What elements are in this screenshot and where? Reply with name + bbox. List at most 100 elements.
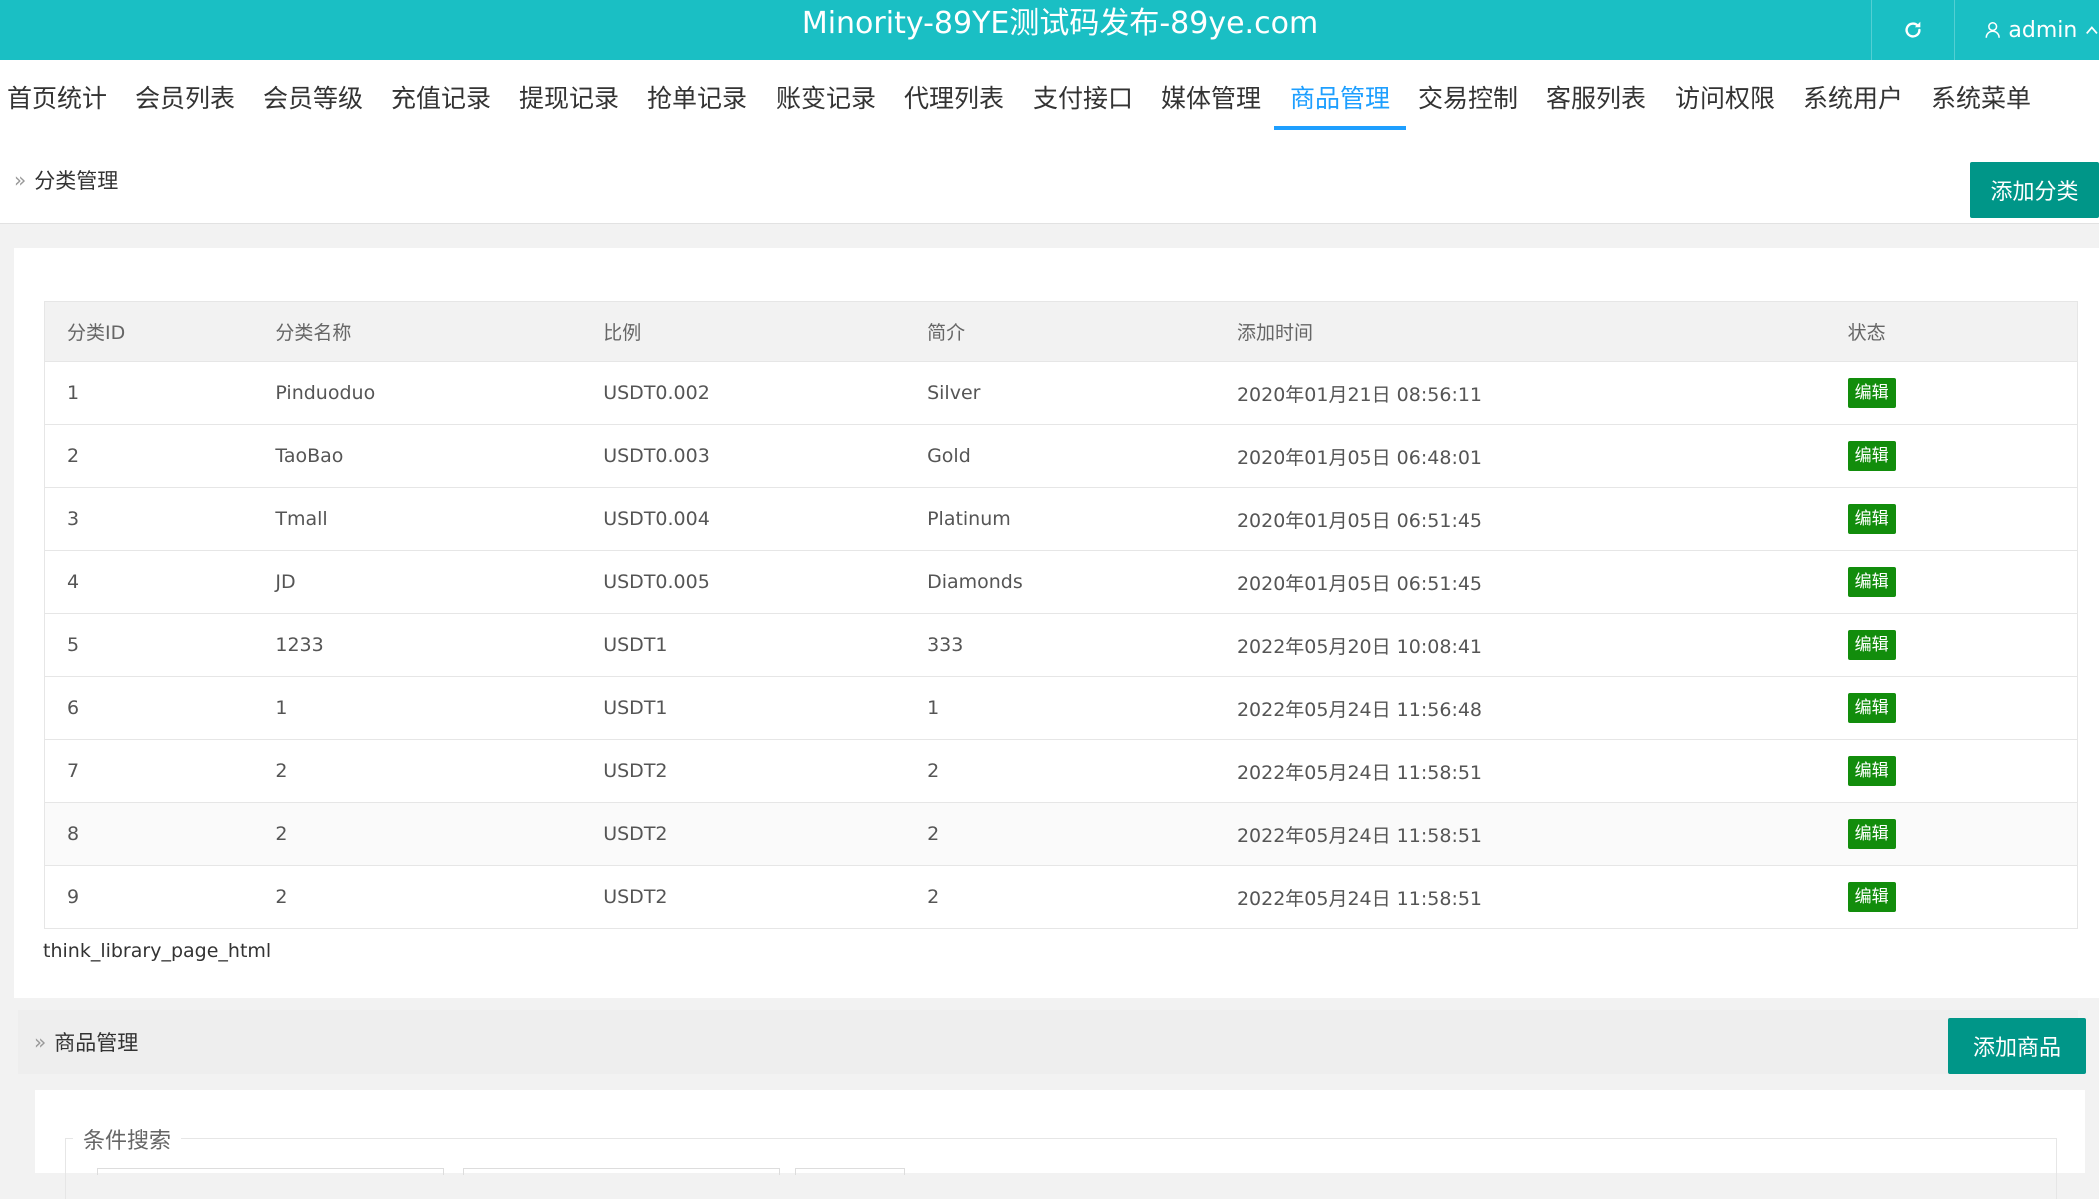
table-row: 3 Tmall USDT0.004 Platinum 2020年01月05日 0… xyxy=(44,487,2078,551)
cell-status: 编辑 xyxy=(1846,676,2078,740)
column-header: 添加时间 xyxy=(1235,301,1847,362)
cell-time: 2022年05月24日 11:58:51 xyxy=(1235,802,1847,866)
edit-button[interactable]: 编辑 xyxy=(1847,630,1896,660)
cell-status: 编辑 xyxy=(1846,865,2078,929)
cell-status: 编辑 xyxy=(1846,739,2078,803)
category-table: 分类ID 分类名称 比例 简介 添加时间 状态 1 Pinduoduo USDT… xyxy=(44,301,2078,929)
search-input[interactable] xyxy=(463,1168,780,1175)
column-header: 分类名称 xyxy=(274,301,603,362)
cell-intro: 2 xyxy=(926,865,1236,929)
cell-ratio: USDT0.002 xyxy=(602,361,927,425)
edit-button[interactable]: 编辑 xyxy=(1847,378,1896,408)
nav-item-media-management[interactable]: 媒体管理 xyxy=(1161,60,1261,130)
cell-ratio: USDT1 xyxy=(602,676,927,740)
table-row: 2 TaoBao USDT0.003 Gold 2020年01月05日 06:4… xyxy=(44,424,2078,488)
goods-search-panel: 条件搜索 xyxy=(35,1090,2085,1199)
table-row: 4 JD USDT0.005 Diamonds 2020年01月05日 06:5… xyxy=(44,550,2078,614)
column-header: 分类ID xyxy=(44,301,275,362)
edit-button[interactable]: 编辑 xyxy=(1847,504,1896,534)
cell-id: 5 xyxy=(44,613,275,677)
goods-section-header: » 商品管理 xyxy=(18,1010,2078,1074)
cell-ratio: USDT2 xyxy=(602,739,927,803)
nav-item-trade-control[interactable]: 交易控制 xyxy=(1418,60,1518,130)
username: admin xyxy=(2008,17,2078,43)
double-chevron-right-icon: » xyxy=(34,1030,47,1054)
table-row: 5 1233 USDT1 333 2022年05月20日 10:08:41 编辑 xyxy=(44,613,2078,677)
top-bar: Minority-89YE测试码发布-89ye.com admin xyxy=(0,0,2099,60)
column-header: 状态 xyxy=(1846,301,2078,362)
edit-button[interactable]: 编辑 xyxy=(1847,819,1896,849)
cell-time: 2022年05月20日 10:08:41 xyxy=(1235,613,1847,677)
nav-item-goods-management[interactable]: 商品管理 xyxy=(1274,60,1407,130)
cell-intro: Diamonds xyxy=(926,550,1236,614)
add-category-button[interactable]: 添加分类 xyxy=(1970,162,2099,218)
cell-status: 编辑 xyxy=(1846,424,2078,488)
cell-status: 编辑 xyxy=(1846,550,2078,614)
cell-intro: 2 xyxy=(926,739,1236,803)
cell-id: 2 xyxy=(44,424,275,488)
cell-time: 2020年01月21日 08:56:11 xyxy=(1235,361,1847,425)
cell-name: 2 xyxy=(274,865,603,929)
cell-id: 3 xyxy=(44,487,275,551)
cell-intro: Silver xyxy=(926,361,1236,425)
main-nav: 首页统计 会员列表 会员等级 充值记录 提现记录 抢单记录 账变记录 代理列表 … xyxy=(0,60,2099,136)
edit-button[interactable]: 编辑 xyxy=(1847,567,1896,597)
cell-time: 2020年01月05日 06:51:45 xyxy=(1235,487,1847,551)
user-menu[interactable]: admin xyxy=(1954,0,2099,60)
cell-ratio: USDT0.005 xyxy=(602,550,927,614)
column-header: 比例 xyxy=(602,301,927,362)
table-row: 9 2 USDT2 2 2022年05月24日 11:58:51 编辑 xyxy=(44,865,2078,929)
nav-item-order-records[interactable]: 抢单记录 xyxy=(647,60,747,130)
nav-item-service-list[interactable]: 客服列表 xyxy=(1546,60,1646,130)
app-title: Minority-89YE测试码发布-89ye.com xyxy=(801,6,1319,41)
cell-intro: Platinum xyxy=(926,487,1236,551)
cell-id: 4 xyxy=(44,550,275,614)
edit-button[interactable]: 编辑 xyxy=(1847,693,1896,723)
nav-item-balance-records[interactable]: 账变记录 xyxy=(776,60,876,130)
refresh-icon xyxy=(1905,21,1921,38)
cell-ratio: USDT0.004 xyxy=(602,487,927,551)
cell-id: 7 xyxy=(44,739,275,803)
section-title: 商品管理 xyxy=(54,1031,139,1055)
chevron-up-icon xyxy=(2086,26,2098,34)
cell-name: Tmall xyxy=(274,487,603,551)
cell-intro: 2 xyxy=(926,802,1236,866)
nav-item-member-list[interactable]: 会员列表 xyxy=(135,60,235,130)
nav-item-home-stats[interactable]: 首页统计 xyxy=(7,60,107,130)
cell-name: 1233 xyxy=(274,613,603,677)
add-goods-button[interactable]: 添加商品 xyxy=(1948,1018,2086,1074)
cell-id: 8 xyxy=(44,802,275,866)
edit-button[interactable]: 编辑 xyxy=(1847,756,1896,786)
nav-item-member-level[interactable]: 会员等级 xyxy=(263,60,363,130)
cell-id: 1 xyxy=(44,361,275,425)
cell-ratio: USDT0.003 xyxy=(602,424,927,488)
cell-name: 2 xyxy=(274,739,603,803)
category-section-header: » 分类管理 xyxy=(0,136,2099,224)
cell-time: 2022年05月24日 11:56:48 xyxy=(1235,676,1847,740)
nav-item-withdraw-records[interactable]: 提现记录 xyxy=(519,60,619,130)
nav-item-agent-list[interactable]: 代理列表 xyxy=(904,60,1004,130)
search-button[interactable] xyxy=(795,1168,905,1175)
nav-item-system-menu[interactable]: 系统菜单 xyxy=(1931,60,2031,130)
nav-item-system-users[interactable]: 系统用户 xyxy=(1803,60,1903,130)
cell-status: 编辑 xyxy=(1846,361,2078,425)
cell-name: 2 xyxy=(274,802,603,866)
cell-status: 编辑 xyxy=(1846,802,2078,866)
nav-item-recharge-records[interactable]: 充值记录 xyxy=(391,60,491,130)
table-row: 8 2 USDT2 2 2022年05月24日 11:58:51 编辑 xyxy=(44,802,2078,866)
search-input[interactable] xyxy=(97,1168,444,1175)
nav-item-payment-interface[interactable]: 支付接口 xyxy=(1033,60,1133,130)
cell-intro: Gold xyxy=(926,424,1236,488)
edit-button[interactable]: 编辑 xyxy=(1847,882,1896,912)
cell-time: 2020年01月05日 06:48:01 xyxy=(1235,424,1847,488)
cell-time: 2022年05月24日 11:58:51 xyxy=(1235,739,1847,803)
cell-time: 2020年01月05日 06:51:45 xyxy=(1235,550,1847,614)
cell-id: 9 xyxy=(44,865,275,929)
cell-intro: 1 xyxy=(926,676,1236,740)
section-title: 分类管理 xyxy=(34,168,119,193)
category-panel: 分类ID 分类名称 比例 简介 添加时间 状态 1 Pinduoduo USDT… xyxy=(14,248,2099,998)
refresh-button[interactable] xyxy=(1871,0,1954,60)
edit-button[interactable]: 编辑 xyxy=(1847,441,1896,471)
cell-name: 1 xyxy=(274,676,603,740)
nav-item-access-rights[interactable]: 访问权限 xyxy=(1675,60,1775,130)
